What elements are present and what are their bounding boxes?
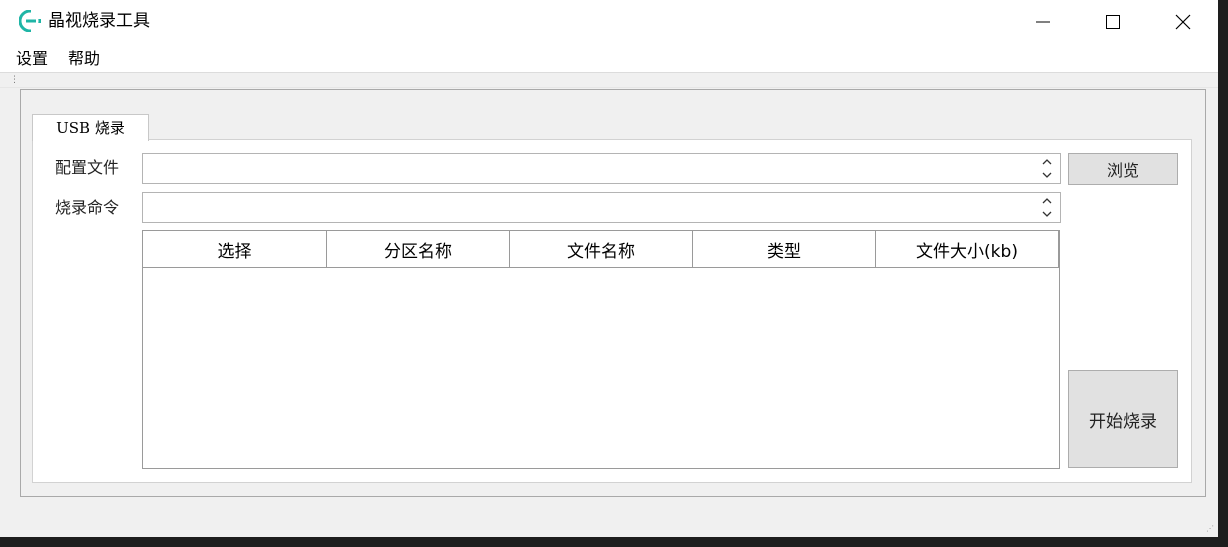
- resize-grip-icon[interactable]: ⋰: [1206, 525, 1214, 533]
- toolbar-strip: ⋮: [0, 72, 1218, 88]
- menu-help[interactable]: 帮助: [68, 48, 100, 70]
- column-header-select[interactable]: 选择: [143, 231, 327, 267]
- column-header-partition-name[interactable]: 分区名称: [327, 231, 510, 267]
- burn-command-spinner[interactable]: [1040, 196, 1054, 220]
- start-burn-button[interactable]: 开始烧录: [1068, 370, 1178, 468]
- table-header: 选择 分区名称 文件名称 类型 文件大小(kb): [143, 231, 1059, 268]
- burn-command-field[interactable]: [142, 192, 1061, 223]
- browse-button[interactable]: 浏览: [1068, 153, 1178, 185]
- config-file-field[interactable]: [142, 153, 1061, 184]
- column-header-type[interactable]: 类型: [693, 231, 876, 267]
- config-file-label: 配置文件: [55, 158, 120, 177]
- burn-command-label: 烧录命令: [55, 198, 120, 217]
- title-bar: 晶视烧录工具: [0, 0, 1218, 44]
- config-file-spinner[interactable]: [1040, 157, 1054, 181]
- chevron-up-icon[interactable]: [1041, 196, 1053, 206]
- chevron-down-icon[interactable]: [1041, 209, 1053, 219]
- toolbar-grip-icon[interactable]: ⋮: [10, 75, 19, 85]
- menu-settings[interactable]: 设置: [16, 48, 48, 70]
- tab-usb-burn[interactable]: USB 烧录: [32, 114, 149, 141]
- menu-bar: 设置 帮助: [0, 44, 1218, 72]
- app-logo-icon: [19, 10, 41, 32]
- partition-table[interactable]: 选择 分区名称 文件名称 类型 文件大小(kb): [142, 230, 1060, 469]
- column-header-file-name[interactable]: 文件名称: [510, 231, 693, 267]
- column-header-file-size[interactable]: 文件大小(kb): [876, 231, 1059, 267]
- chevron-up-icon[interactable]: [1041, 157, 1053, 167]
- maximize-button[interactable]: [1078, 0, 1148, 44]
- chevron-down-icon[interactable]: [1041, 170, 1053, 180]
- close-button[interactable]: [1148, 0, 1218, 44]
- main-window: 晶视烧录工具 设置 帮助 ⋮ USB 烧录 配置文件 浏览 烧录命令 选择 分区…: [0, 0, 1218, 537]
- maximize-icon: [1106, 15, 1120, 29]
- window-title: 晶视烧录工具: [48, 11, 150, 31]
- close-icon: [1175, 14, 1191, 30]
- minimize-icon: [1036, 21, 1050, 23]
- minimize-button[interactable]: [1008, 0, 1078, 44]
